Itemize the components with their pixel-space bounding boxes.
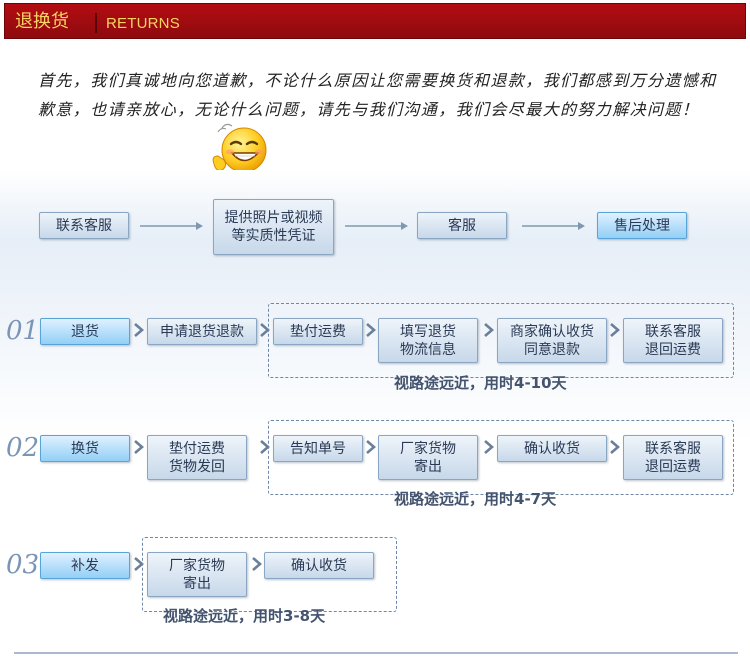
return-step-apply: 申请退货退款 (147, 318, 257, 345)
reship-step-confirm-receipt: 确认收货 (264, 552, 374, 579)
step-label-line: 等实质性凭证 (231, 228, 316, 244)
step-label-line: 联系客服 (645, 324, 701, 340)
process-step-evidence: 提供照片或视频 等实质性凭证 (213, 199, 334, 255)
stage-number: 01 (6, 316, 40, 346)
process-step-service: 客服 (417, 212, 507, 239)
step-label-line: 货物发回 (169, 459, 225, 475)
step-label: 告知单号 (290, 440, 346, 457)
step-label-line: 厂家货物 (169, 558, 225, 574)
smiley-face-icon (212, 123, 267, 173)
long-arrow-right-icon (345, 222, 408, 230)
process-step-label: 客服 (448, 217, 476, 234)
process-step-label: 售后处理 (614, 217, 670, 234)
chevron-right-icon (610, 323, 620, 337)
stage-label-text: 补发 (71, 557, 99, 574)
stage-label-text: 换货 (71, 440, 99, 457)
step-label-line: 物流信息 (400, 342, 456, 358)
exchange-step-confirm-receipt: 确认收货 (497, 435, 607, 462)
step-label: 垫付运费 (290, 323, 346, 340)
stage-return-label: 退货 (40, 318, 130, 345)
step-label: 联系客服 退回运费 (645, 440, 701, 476)
step-label: 申请退货退款 (160, 323, 244, 340)
exchange-timeframe-note: 视路途远近，用时4-7天 (394, 490, 557, 508)
chevron-right-icon (366, 323, 376, 337)
reship-timeframe-note: 视路途远近，用时3-8天 (163, 607, 326, 625)
chevron-right-icon (134, 440, 144, 454)
exchange-step-notify-tracking: 告知单号 (273, 435, 363, 462)
footer-divider (14, 652, 738, 654)
step-label-line: 填写退货 (400, 324, 456, 340)
step-label-line: 同意退款 (524, 342, 580, 358)
page-title-english: RETURNS (106, 15, 180, 32)
return-step-refund-shipping: 联系客服 退回运费 (623, 318, 723, 363)
chevron-right-icon (610, 440, 620, 454)
chevron-right-icon (484, 323, 494, 337)
step-label: 厂家货物 寄出 (169, 557, 225, 593)
process-step-label: 提供照片或视频 等实质性凭证 (225, 209, 323, 245)
step-label-line: 垫付运费 (169, 441, 225, 457)
intro-text: 首先，我们真诚地向您道歉，不论什么原因让您需要换货和退款，我们都感到万分遗憾和歉… (38, 71, 717, 119)
page-title: 退换货 (15, 11, 69, 32)
exchange-step-factory-ship: 厂家货物 寄出 (378, 435, 478, 480)
header-bar: 退换货 RETURNS (4, 3, 746, 39)
return-step-fill-logistics: 填写退货 物流信息 (378, 318, 478, 363)
chevron-right-icon (134, 323, 144, 337)
stage-number: 02 (6, 433, 40, 463)
stage-exchange-label: 换货 (40, 435, 130, 462)
chevron-right-icon (252, 557, 262, 571)
long-arrow-right-icon (140, 222, 203, 230)
chevron-right-icon (366, 440, 376, 454)
stage-label-text: 退货 (71, 323, 99, 340)
step-label-line: 退回运费 (645, 459, 701, 475)
long-arrow-right-icon (522, 222, 585, 230)
exchange-step-refund-shipping: 联系客服 退回运费 (623, 435, 723, 480)
process-step-aftersales: 售后处理 (597, 212, 687, 239)
process-step-contact: 联系客服 (39, 212, 129, 239)
step-label: 垫付运费 货物发回 (169, 440, 225, 476)
step-label-line: 联系客服 (645, 441, 701, 457)
step-label: 厂家货物 寄出 (400, 440, 456, 476)
reship-step-factory-ship: 厂家货物 寄出 (147, 552, 247, 597)
return-timeframe-note: 视路途远近，用时4-10天 (394, 374, 567, 392)
stage-number: 03 (6, 550, 40, 580)
step-label: 确认收货 (291, 557, 347, 574)
step-label-line: 商家确认收货 (510, 324, 594, 340)
step-label-line: 寄出 (414, 459, 442, 475)
step-label-line: 提供照片或视频 (224, 210, 323, 226)
stage-reship-label: 补发 (40, 552, 130, 579)
step-label-line: 寄出 (183, 576, 211, 592)
return-step-merchant-confirm: 商家确认收货 同意退款 (497, 318, 607, 363)
step-label: 联系客服 退回运费 (645, 323, 701, 359)
process-step-label: 联系客服 (56, 217, 112, 234)
exchange-step-ship-back: 垫付运费 货物发回 (147, 435, 247, 480)
title-divider (95, 13, 97, 33)
return-step-prepay-shipping: 垫付运费 (273, 318, 363, 345)
step-label: 确认收货 (524, 440, 580, 457)
step-label: 商家确认收货 同意退款 (510, 323, 594, 359)
step-label-line: 退回运费 (645, 342, 701, 358)
step-label-line: 厂家货物 (400, 441, 456, 457)
step-label: 填写退货 物流信息 (400, 323, 456, 359)
chevron-right-icon (484, 440, 494, 454)
